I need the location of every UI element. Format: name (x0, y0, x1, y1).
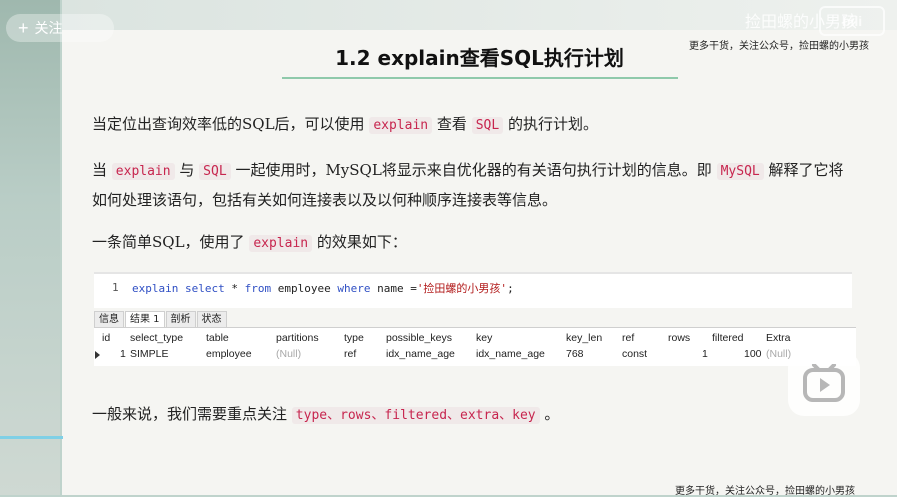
paragraph-example: 一条简单SQL，使用了 explain 的效果如下： (92, 228, 407, 258)
follow-button[interactable]: + 关注 (6, 14, 114, 42)
inline-code: type、rows、filtered、extra、key (291, 407, 540, 424)
table-cell: ref (344, 348, 357, 360)
table-cell: 1 (120, 348, 126, 360)
follow-label: 关注 (34, 20, 63, 36)
inline-code: explain (369, 117, 433, 134)
play-button[interactable] (788, 352, 860, 416)
code-text: ; (507, 282, 514, 295)
table-header-row: id select_type table partitions type pos… (94, 332, 856, 347)
paragraph-explain: 当 explain 与 SQL 一起使用时，MySQL将显示来自优化器的有关语句… (92, 156, 852, 214)
column-header[interactable]: select_type (130, 332, 183, 344)
text: 。 (544, 405, 560, 423)
title-underline (282, 77, 678, 79)
tab-info[interactable]: 信息 (94, 311, 124, 327)
video-progress-fill[interactable] (0, 436, 63, 439)
video-backdrop-left (0, 0, 60, 495)
text: 的执行计划。 (507, 115, 598, 133)
tab-profile[interactable]: 剖析 (165, 311, 196, 327)
play-icon (803, 364, 845, 402)
code-text: employee (271, 282, 338, 295)
inline-code: MySQL (716, 163, 764, 180)
code-text: * (224, 282, 245, 295)
column-header[interactable]: key_len (566, 332, 602, 344)
text: 一起使用时，MySQL将显示来自优化器的有关语句执行计划的信息。即 (235, 161, 712, 179)
inline-code: explain (111, 163, 175, 180)
table-cell: 768 (566, 348, 584, 360)
column-header[interactable]: table (206, 332, 229, 344)
keyword: explain select (132, 282, 225, 295)
table-row[interactable]: 1 SIMPLE employee (Null) ref idx_name_ag… (94, 348, 856, 363)
table-cell: idx_name_age (476, 348, 545, 360)
string-literal: '捡田螺的小男孩' (416, 282, 508, 295)
inline-code: SQL (471, 117, 504, 134)
column-header[interactable]: type (344, 332, 364, 344)
text: 的效果如下： (316, 233, 407, 251)
table-cell: (Null) (276, 348, 302, 360)
table-cell: 100 (744, 348, 762, 360)
text: 一般来说，我们需要重点关注 (92, 405, 288, 423)
code-text: name = (370, 282, 417, 295)
inline-code: explain (249, 235, 313, 252)
column-header[interactable]: ref (622, 332, 634, 344)
result-grid: id select_type table partitions type pos… (94, 327, 856, 366)
keyword: from (244, 282, 272, 295)
text: 与 (179, 161, 195, 179)
paragraph-focus: 一般来说，我们需要重点关注 type、rows、filtered、extra、k… (92, 400, 559, 430)
tab-result-1[interactable]: 结果 1 (125, 311, 165, 327)
table-cell: idx_name_age (386, 348, 455, 360)
column-header[interactable]: rows (668, 332, 690, 344)
text: 查看 (436, 115, 467, 133)
plus-icon: + (18, 18, 29, 38)
column-header[interactable]: key (476, 332, 492, 344)
text: 当定位出查询效率低的SQL后，可以使用 (92, 115, 365, 133)
column-header[interactable]: filtered (712, 332, 744, 344)
tab-status[interactable]: 状态 (196, 311, 227, 327)
text: 一条简单SQL，使用了 (92, 233, 245, 251)
table-cell: 1 (702, 348, 708, 360)
slide-title: 1.2 explain查看SQL执行计划 (335, 46, 624, 70)
sql-editor[interactable]: 1 explain select * from employee where n… (94, 272, 852, 308)
text: 当 (92, 161, 108, 179)
column-header[interactable]: id (102, 332, 110, 344)
line-number: 1 (112, 281, 119, 294)
video-progress-track[interactable] (0, 436, 897, 439)
table-cell: employee (206, 348, 252, 360)
table-cell: const (622, 348, 648, 360)
column-header[interactable]: Extra (766, 332, 791, 344)
inline-code: SQL (199, 163, 231, 180)
keyword: where (337, 282, 371, 295)
column-header[interactable]: partitions (276, 332, 319, 344)
table-cell: SIMPLE (130, 348, 169, 360)
table-cell: (Null) (766, 348, 792, 360)
paragraph-intro: 当定位出查询效率低的SQL后，可以使用 explain 查看 SQL 的执行计划… (92, 110, 598, 140)
presentation-slide: 更多干货，关注公众号，捡田螺的小男孩 1.2 explain查看SQL执行计划 … (62, 0, 897, 497)
result-tabs: 信息 结果 1 剖析 状态 (94, 311, 228, 327)
sql-query[interactable]: explain select * from employee where nam… (132, 280, 514, 296)
column-header[interactable]: possible_keys (386, 332, 452, 344)
bilibili-logo: bili (819, 6, 885, 36)
